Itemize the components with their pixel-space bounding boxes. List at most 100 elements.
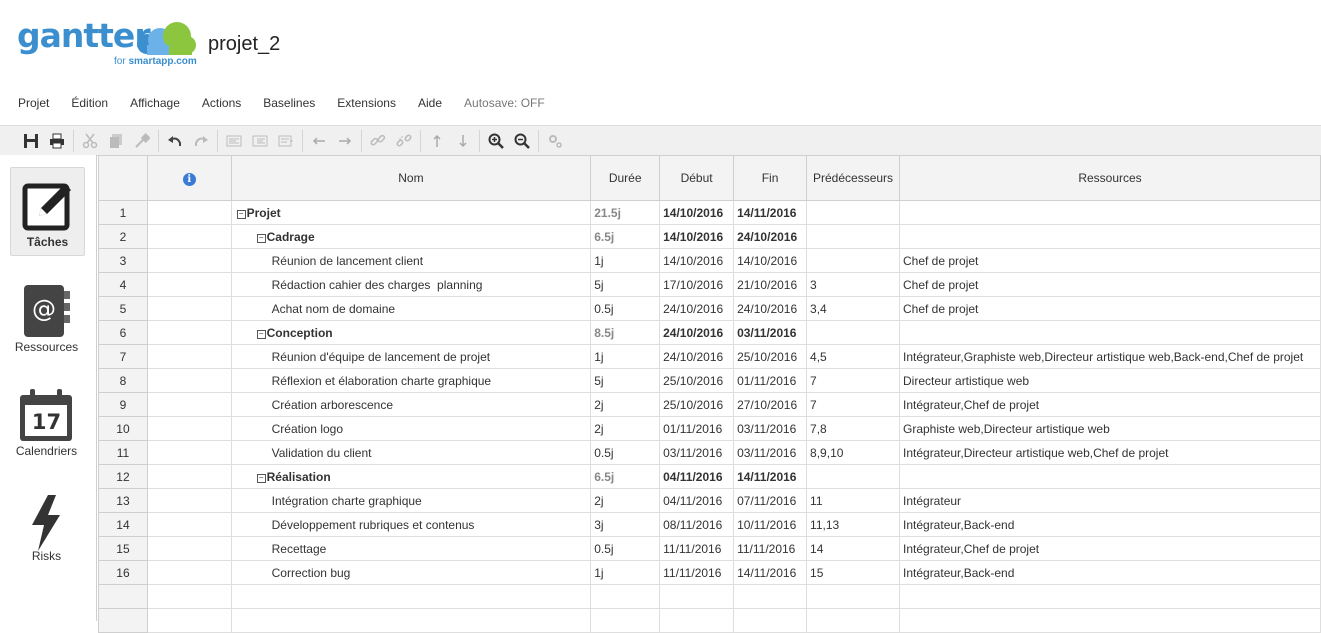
menu-extensions[interactable]: Extensions [337, 96, 396, 112]
end-date-cell[interactable]: 03/11/2016 [733, 320, 808, 345]
sidebar-item-ressources[interactable]: @ Ressources [10, 273, 83, 363]
resources-cell[interactable]: Intégrateur [899, 488, 1321, 513]
start-date-cell[interactable]: 24/10/2016 [659, 320, 735, 345]
info-cell[interactable] [146, 488, 232, 513]
info-cell[interactable] [146, 296, 232, 321]
column-header-ressources[interactable]: Ressources [899, 155, 1321, 201]
predecessors-cell[interactable]: 7,8 [806, 416, 900, 441]
resources-cell[interactable]: Intégrateur,Back-end [899, 512, 1321, 537]
duration-cell[interactable]: 5j [590, 368, 661, 393]
empty-row[interactable] [98, 584, 1321, 609]
task-icon[interactable] [273, 128, 299, 154]
start-date-cell[interactable]: 11/11/2016 [659, 560, 735, 585]
duration-cell[interactable]: 21.5j [590, 200, 661, 225]
info-cell[interactable] [146, 200, 232, 225]
table-row[interactable]: 15 Recettage 0.5j 11/11/2016 11/11/2016 14 Int… [98, 536, 1321, 561]
column-header-debut[interactable]: Début [659, 155, 735, 201]
task-name-cell[interactable]: − Réalisation [230, 464, 592, 489]
column-header-predecesseurs[interactable]: Prédécesseurs [806, 155, 900, 201]
outdent-icon[interactable] [221, 128, 247, 154]
predecessors-cell[interactable]: 14 [806, 536, 900, 561]
duration-cell[interactable]: 5j [590, 272, 661, 297]
start-date-cell[interactable]: 03/11/2016 [659, 440, 735, 465]
end-date-cell[interactable]: 21/10/2016 [733, 272, 808, 297]
predecessors-cell[interactable]: 3,4 [806, 296, 900, 321]
row-number-cell[interactable]: 16 [98, 560, 148, 585]
predecessors-cell[interactable]: 3 [806, 272, 900, 297]
arrow-right-icon[interactable] [332, 128, 358, 154]
save-icon[interactable] [18, 128, 44, 154]
task-name-cell[interactable]: − Conception [230, 320, 592, 345]
table-row[interactable]: 5 Achat nom de domaine 0.5j 24/10/2016 24/10… [98, 296, 1321, 321]
collapse-toggle-icon[interactable]: − [256, 329, 266, 339]
arrow-up-icon[interactable] [424, 128, 450, 154]
copy-icon[interactable] [103, 128, 129, 154]
menu-aide[interactable]: Aide [418, 96, 442, 112]
table-row[interactable]: 14 Développement rubriques et contenus 3j 0… [98, 512, 1321, 537]
predecessors-cell[interactable] [806, 320, 900, 345]
row-number-cell[interactable]: 5 [98, 296, 148, 321]
row-number-cell[interactable] [98, 584, 148, 609]
info-cell[interactable] [146, 272, 232, 297]
link-icon[interactable] [365, 128, 391, 154]
resources-cell[interactable]: Intégrateur,Graphiste web,Directeur arti… [899, 344, 1321, 369]
row-number-cell[interactable]: 6 [98, 320, 148, 345]
table-row[interactable]: 12− Réalisation 6.5j 04/11/2016 14/11/2016 [98, 464, 1321, 489]
duration-cell[interactable]: 0.5j [590, 440, 661, 465]
row-number-cell[interactable]: 1 [98, 200, 148, 225]
resources-cell[interactable] [899, 320, 1321, 345]
end-date-cell[interactable]: 14/11/2016 [733, 464, 808, 489]
info-cell[interactable] [146, 224, 232, 249]
start-date-cell[interactable]: 17/10/2016 [659, 272, 735, 297]
row-number-cell[interactable]: 7 [98, 344, 148, 369]
end-date-cell[interactable]: 24/10/2016 [733, 224, 808, 249]
task-name-cell[interactable]: Rédaction cahier des charges planning [230, 272, 592, 297]
table-row[interactable]: 10 Création logo 2j 01/11/2016 03/11/2016 7,8… [98, 416, 1321, 441]
start-date-cell[interactable]: 04/11/2016 [659, 488, 735, 513]
resources-cell[interactable] [899, 224, 1321, 249]
start-date-cell[interactable]: 14/10/2016 [659, 248, 735, 273]
row-number-cell[interactable]: 9 [98, 392, 148, 417]
end-date-cell[interactable]: 10/11/2016 [733, 512, 808, 537]
end-date-cell[interactable]: 03/11/2016 [733, 416, 808, 441]
row-number-cell[interactable]: 2 [98, 224, 148, 249]
predecessors-cell[interactable]: 7 [806, 368, 900, 393]
row-number-cell[interactable]: 3 [98, 248, 148, 273]
menu-edition[interactable]: Édition [71, 96, 108, 112]
duration-cell[interactable]: 8.5j [590, 320, 661, 345]
resources-cell[interactable]: Intégrateur,Directeur artistique web,Che… [899, 440, 1321, 465]
task-name-cell[interactable]: Recettage [230, 536, 592, 561]
end-date-cell[interactable]: 27/10/2016 [733, 392, 808, 417]
row-number-cell[interactable]: 15 [98, 536, 148, 561]
start-date-cell[interactable]: 25/10/2016 [659, 368, 735, 393]
info-cell[interactable] [146, 392, 232, 417]
duration-cell[interactable]: 1j [590, 344, 661, 369]
resources-cell[interactable]: Graphiste web,Directeur artistique web [899, 416, 1321, 441]
start-date-cell[interactable]: 01/11/2016 [659, 416, 735, 441]
duration-cell[interactable]: 0.5j [590, 296, 661, 321]
end-date-cell[interactable]: 14/11/2016 [733, 560, 808, 585]
info-column-header[interactable]: i [146, 155, 232, 201]
end-date-cell[interactable]: 24/10/2016 [733, 296, 808, 321]
duration-cell[interactable]: 1j [590, 248, 661, 273]
duration-cell[interactable]: 6.5j [590, 224, 661, 249]
arrow-down-icon[interactable] [450, 128, 476, 154]
end-date-cell[interactable]: 25/10/2016 [733, 344, 808, 369]
menu-baselines[interactable]: Baselines [263, 96, 315, 112]
predecessors-cell[interactable] [806, 584, 900, 609]
resources-cell[interactable]: Intégrateur,Back-end [899, 560, 1321, 585]
duration-cell[interactable]: 2j [590, 392, 661, 417]
paste-format-icon[interactable] [129, 128, 155, 154]
info-cell[interactable] [146, 536, 232, 561]
resources-cell[interactable] [899, 200, 1321, 225]
task-name-cell[interactable]: Intégration charte graphique [230, 488, 592, 513]
row-number-cell[interactable]: 10 [98, 416, 148, 441]
predecessors-cell[interactable]: 7 [806, 392, 900, 417]
predecessors-cell[interactable]: 8,9,10 [806, 440, 900, 465]
start-date-cell[interactable]: 08/11/2016 [659, 512, 735, 537]
resources-cell[interactable]: Directeur artistique web [899, 368, 1321, 393]
end-date-cell[interactable]: 11/11/2016 [733, 536, 808, 561]
column-header-fin[interactable]: Fin [733, 155, 808, 201]
task-name-cell[interactable]: Réflexion et élaboration charte graphiqu… [230, 368, 592, 393]
sidebar-item-calendriers[interactable]: 17 Calendriers [10, 377, 83, 467]
